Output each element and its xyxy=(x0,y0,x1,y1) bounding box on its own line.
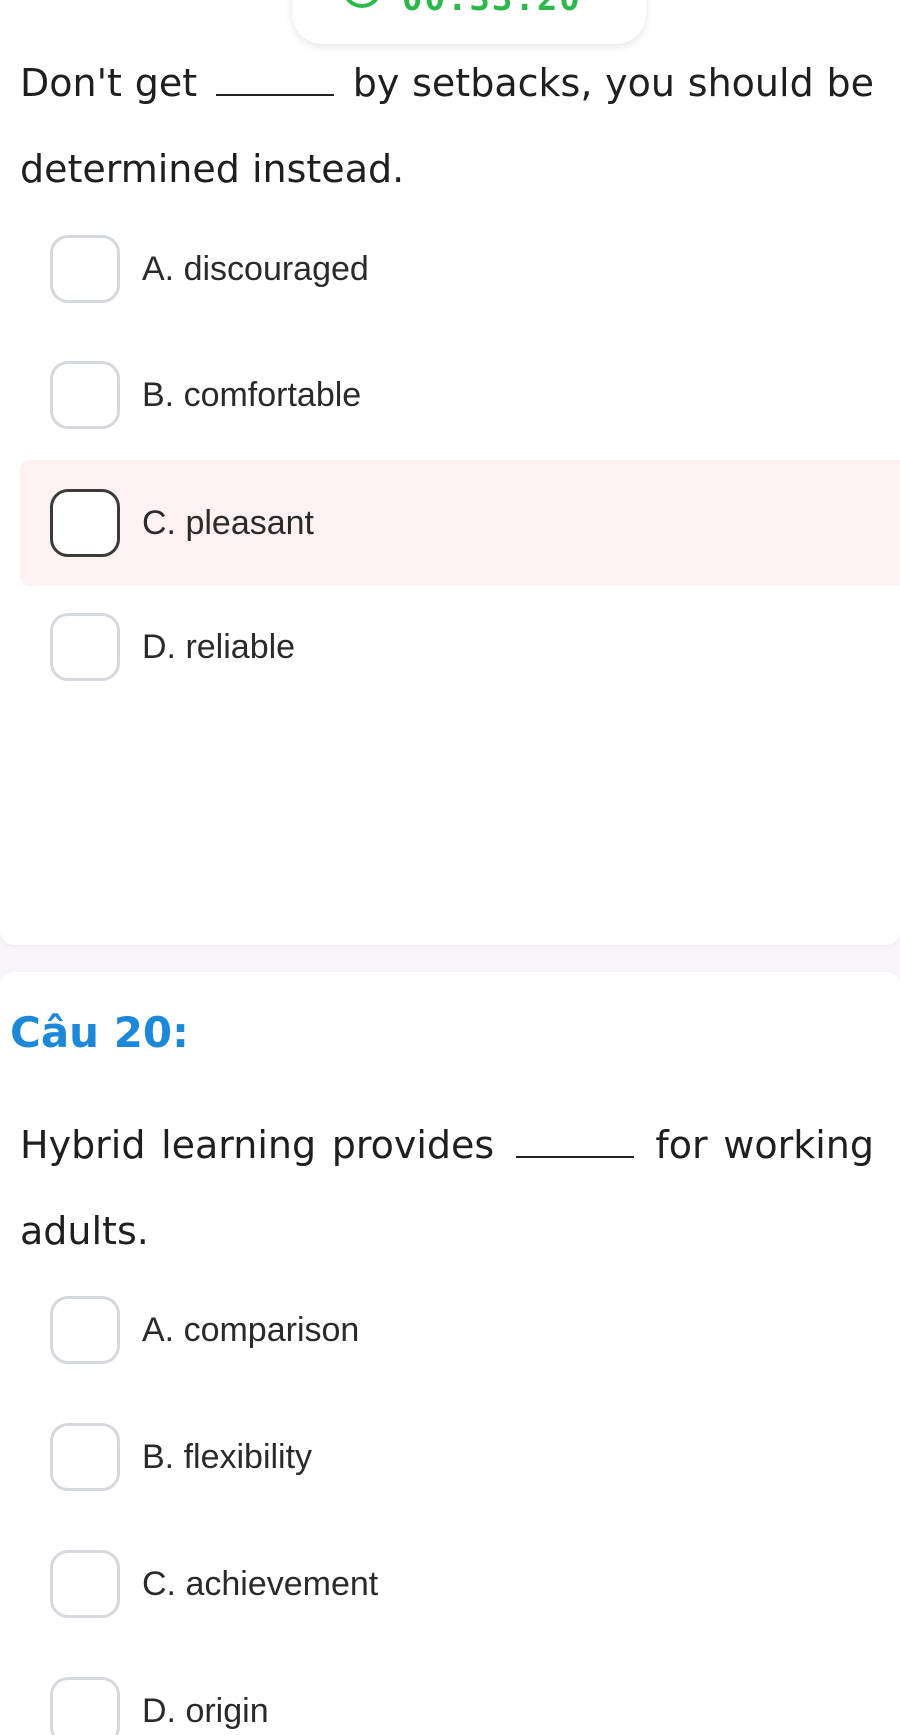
question-card-19: Don't get by setbacks, you should be det… xyxy=(0,0,900,945)
option-b[interactable]: B. comfortable xyxy=(20,332,900,458)
question-number: Câu 20: xyxy=(10,1008,189,1057)
question-text: Hybrid learning provides for working adu… xyxy=(20,1102,874,1274)
radio-box[interactable] xyxy=(50,1677,120,1735)
option-label: B. flexibility xyxy=(142,1437,313,1476)
option-c[interactable]: C. achievement xyxy=(20,1521,900,1647)
question-text: Don't get by setbacks, you should be det… xyxy=(20,40,874,212)
option-label: D. reliable xyxy=(142,627,296,666)
option-label: C. pleasant xyxy=(142,503,314,542)
quiz-page: Don't get by setbacks, you should be det… xyxy=(0,0,900,1735)
radio-box[interactable] xyxy=(50,489,120,557)
radio-box[interactable] xyxy=(50,613,120,681)
question-text-before: Hybrid learning provides xyxy=(20,1123,495,1167)
option-d[interactable]: D. origin xyxy=(20,1648,900,1735)
radio-box[interactable] xyxy=(50,1423,120,1491)
timer-text: 00:33:20 xyxy=(402,0,582,16)
option-label: C. achievement xyxy=(142,1564,379,1603)
answer-blank xyxy=(515,1128,634,1158)
answer-blank xyxy=(215,66,334,96)
option-d[interactable]: D. reliable xyxy=(20,584,900,710)
option-label: B. comfortable xyxy=(142,375,362,414)
clock-icon xyxy=(346,0,378,8)
question-text-before: Don't get xyxy=(20,61,198,105)
option-label: A. discouraged xyxy=(142,249,369,288)
option-label: D. origin xyxy=(142,1691,269,1730)
option-a[interactable]: A. comparison xyxy=(20,1267,900,1393)
option-c-selected[interactable]: C. pleasant xyxy=(20,460,900,586)
option-label: A. comparison xyxy=(142,1310,360,1349)
radio-box[interactable] xyxy=(50,1550,120,1618)
option-b[interactable]: B. flexibility xyxy=(20,1394,900,1520)
timer-pill: 00:33:20 xyxy=(292,0,646,44)
radio-box[interactable] xyxy=(50,235,120,303)
option-a[interactable]: A. discouraged xyxy=(20,206,900,332)
radio-box[interactable] xyxy=(50,361,120,429)
radio-box[interactable] xyxy=(50,1296,120,1364)
